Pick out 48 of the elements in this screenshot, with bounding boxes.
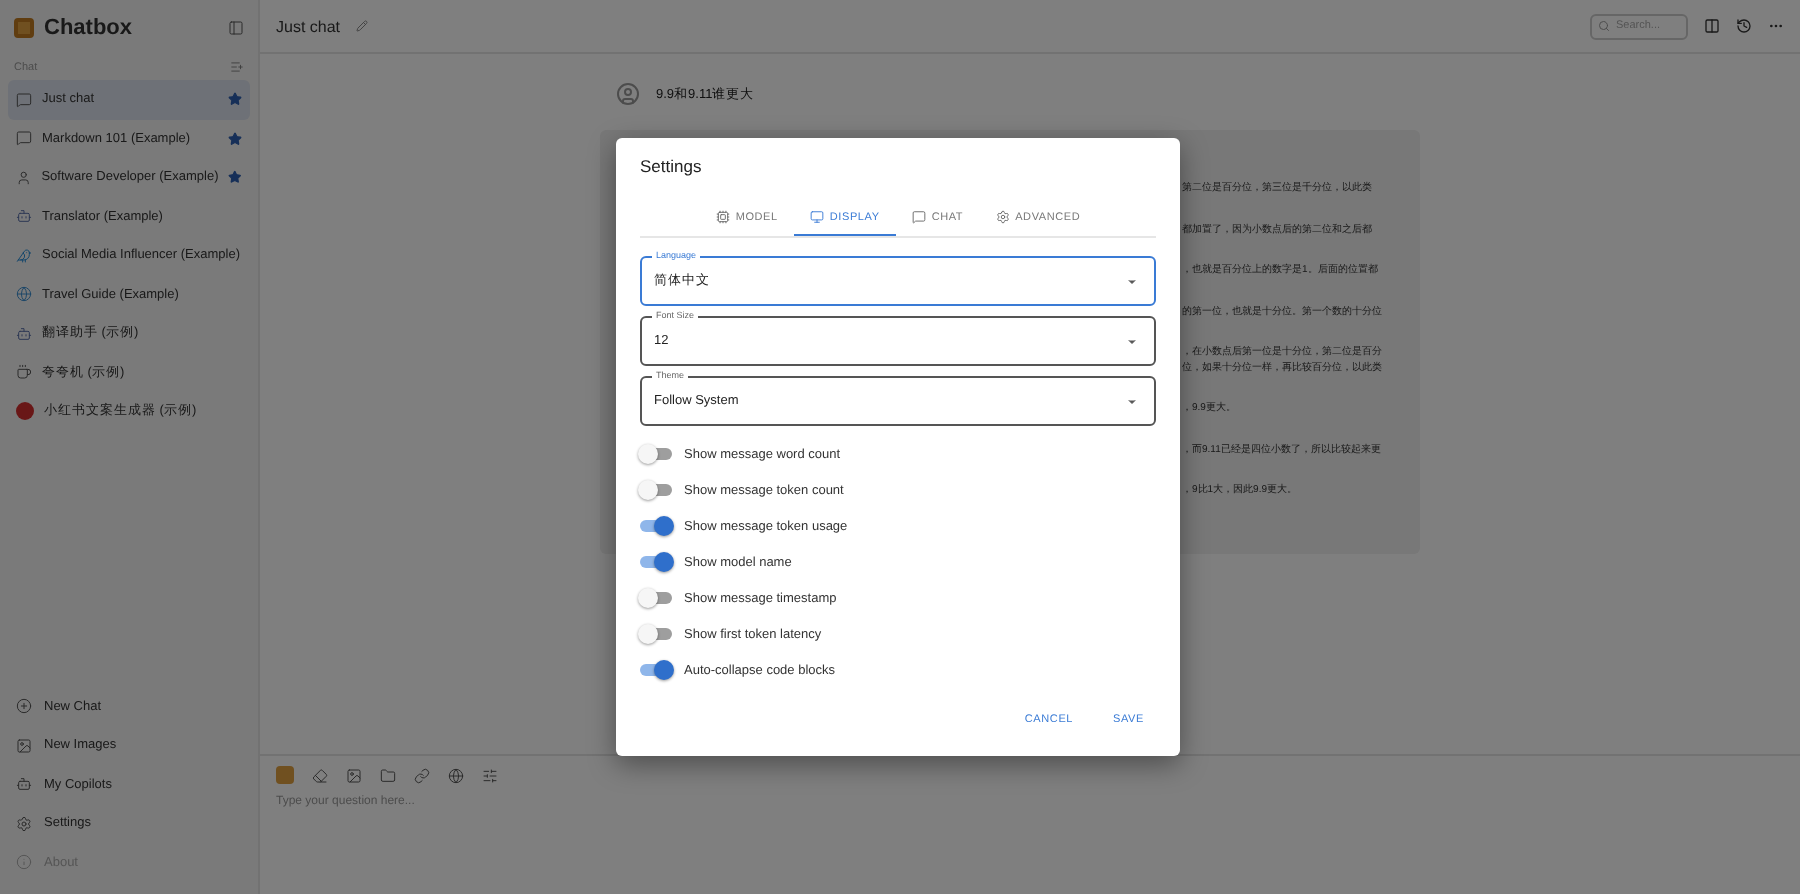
dropdown-icon (1126, 335, 1138, 347)
avatar-icon (16, 402, 34, 421)
plus-icon (16, 698, 32, 715)
person-icon (16, 169, 32, 186)
robot-icon (16, 776, 32, 793)
chat-icon (16, 91, 32, 108)
settings-icon (16, 815, 32, 832)
dropdown-icon (1126, 275, 1138, 287)
globe-icon (16, 286, 32, 303)
cup-icon (16, 364, 32, 381)
sliders-icon[interactable] (482, 767, 498, 783)
toggle-switch[interactable] (640, 520, 672, 532)
app-name: Chatbox (44, 16, 134, 40)
toggle-switch[interactable] (640, 592, 672, 604)
robot-icon (16, 208, 32, 225)
app-logo (14, 18, 34, 38)
bird-icon (16, 247, 32, 264)
chat-title: Just chat (276, 17, 341, 35)
edit-icon[interactable] (356, 20, 369, 32)
search-icon (1598, 20, 1610, 32)
image-icon (16, 737, 32, 754)
chip-icon (715, 210, 730, 224)
sidebar-toggle-icon[interactable] (228, 20, 244, 36)
user-avatar-icon (616, 82, 640, 106)
dropdown-icon (1126, 395, 1138, 407)
globe-icon[interactable] (448, 767, 464, 783)
image-icon[interactable] (346, 767, 362, 783)
chat-icon (911, 210, 926, 224)
toggle-switch[interactable] (640, 628, 672, 640)
toggle-switch[interactable] (640, 556, 672, 568)
dialog-title: Settings (640, 156, 704, 176)
link-icon[interactable] (414, 767, 430, 783)
chat-icon (16, 130, 32, 147)
settings-icon (995, 210, 1010, 224)
star-icon[interactable] (228, 92, 242, 107)
history-icon[interactable] (1736, 18, 1752, 34)
toggle-switch[interactable] (640, 448, 672, 460)
star-icon[interactable] (228, 131, 242, 146)
folder-icon[interactable] (380, 767, 396, 783)
robot-icon (16, 325, 32, 342)
star-icon[interactable] (228, 170, 242, 185)
new-chat-icon[interactable] (230, 60, 244, 74)
toggle-switch[interactable] (640, 664, 672, 676)
toggle-switch[interactable] (640, 484, 672, 496)
info-icon (16, 854, 32, 871)
eraser-icon[interactable] (312, 767, 328, 783)
layout-icon[interactable] (1704, 18, 1720, 34)
display-icon (809, 210, 824, 224)
